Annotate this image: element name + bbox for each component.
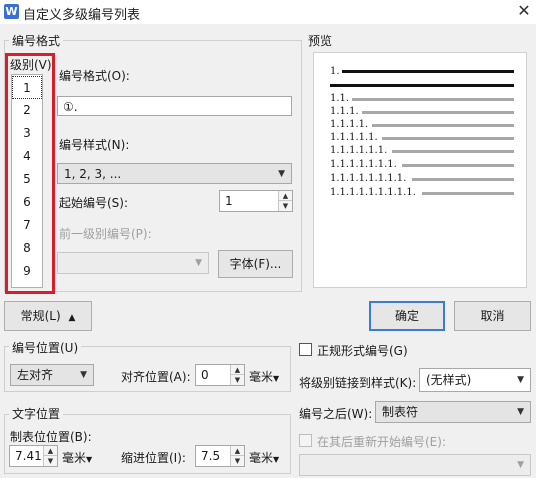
- legal-style-checkbox[interactable]: [299, 343, 312, 356]
- spin-up-icon[interactable]: ▲: [231, 446, 244, 456]
- preview-row: 1.1.1.1.1.1.1.1.1.: [330, 187, 416, 198]
- alignment-select[interactable]: 左对齐 ▼: [10, 364, 94, 386]
- align-position-input[interactable]: 0 ▲ ▼: [195, 364, 245, 386]
- unit-dropdown-icon: ▼: [273, 455, 280, 464]
- tab-position-unit[interactable]: 毫米▼: [62, 449, 92, 466]
- format-input[interactable]: ①.: [57, 96, 292, 116]
- text-position-label: 文字位置: [9, 405, 64, 422]
- spin-down-icon[interactable]: ▼: [231, 375, 244, 385]
- preview-row: 1.1.1.: [330, 106, 359, 117]
- cancel-button[interactable]: 取消: [454, 301, 531, 331]
- format-label: 编号格式(O):: [59, 69, 130, 83]
- link-style-value: (无样式): [426, 373, 472, 387]
- close-icon[interactable]: ✕: [513, 0, 535, 22]
- chevron-down-icon: ▼: [517, 460, 524, 470]
- preview-row: 1.1.1.1.: [330, 119, 369, 130]
- spin-down-icon[interactable]: ▼: [44, 456, 57, 466]
- general-button-label: 常规(L): [20, 309, 61, 323]
- indent-position-spinner[interactable]: ▲ ▼: [230, 446, 244, 466]
- prev-level-label: 前一级别编号(P):: [59, 227, 152, 241]
- preview-row: 1.1.1.1.1.1.: [330, 145, 388, 156]
- preview-row: 1.: [330, 66, 340, 77]
- preview-pane: 1. 1.1. 1.1.1. 1.1.1.1. 1.1.1.1.1. 1.1.1…: [313, 52, 527, 288]
- align-position-spinner[interactable]: ▲ ▼: [230, 365, 244, 385]
- align-position-label: 对齐位置(A):: [121, 370, 191, 384]
- start-number-spinner[interactable]: ▲ ▼: [278, 191, 292, 211]
- restart-label: 在其后重新开始编号(E):: [317, 435, 446, 449]
- indent-position-unit[interactable]: 毫米▼: [249, 449, 279, 466]
- general-toggle-button[interactable]: 常规(L) ▲: [4, 301, 92, 331]
- unit-label: 毫米: [62, 451, 87, 465]
- link-style-label: 将级别链接到样式(K):: [299, 376, 417, 390]
- preview-line: [422, 192, 514, 195]
- window-title: 自定义多级编号列表: [23, 8, 141, 23]
- level-highlight-box: [5, 53, 55, 294]
- tab-position-value: 7.41: [15, 449, 42, 463]
- preview-row: 1.1.1.1.1.1.1.: [330, 159, 397, 170]
- chevron-up-icon: ▲: [68, 313, 76, 323]
- ok-button[interactable]: 确定: [369, 301, 445, 331]
- preview-line: [372, 124, 514, 127]
- font-button[interactable]: 字体(F)...: [218, 250, 293, 278]
- preview-line: [402, 164, 514, 167]
- indent-position-label: 缩进位置(I):: [121, 451, 186, 465]
- preview-line: [330, 84, 514, 87]
- spin-up-icon[interactable]: ▲: [231, 365, 244, 375]
- spin-up-icon[interactable]: ▲: [279, 191, 292, 201]
- preview-line: [362, 111, 514, 114]
- chevron-down-icon: ▼: [517, 407, 524, 417]
- indent-position-input[interactable]: 7.5 ▲ ▼: [195, 445, 245, 467]
- align-position-value: 0: [201, 368, 209, 382]
- preview-line: [392, 150, 514, 153]
- alignment-select-value: 左对齐: [17, 368, 54, 382]
- restart-checkbox: [299, 434, 312, 447]
- tab-position-input[interactable]: 7.41 ▲ ▼: [9, 445, 58, 467]
- spin-down-icon[interactable]: ▼: [279, 201, 292, 211]
- number-format-group-label: 编号格式: [9, 32, 64, 49]
- start-number-value: 1: [225, 194, 233, 208]
- spin-down-icon[interactable]: ▼: [231, 456, 244, 466]
- preview-line: [342, 70, 514, 73]
- align-position-unit[interactable]: 毫米▼: [249, 368, 279, 385]
- follow-number-label: 编号之后(W):: [299, 407, 373, 421]
- chevron-down-icon: ▼: [80, 370, 87, 380]
- indent-position-value: 7.5: [201, 449, 221, 463]
- tab-position-spinner[interactable]: ▲ ▼: [43, 446, 57, 466]
- preview-row: 1.1.: [330, 93, 350, 104]
- spin-up-icon[interactable]: ▲: [44, 446, 57, 456]
- preview-line: [412, 178, 514, 181]
- preview-row: 1.1.1.1.1.: [330, 132, 378, 143]
- start-label: 起始编号(S):: [59, 196, 129, 210]
- preview-row: 1.1.1.1.1.1.1.1.: [330, 173, 407, 184]
- number-position-label: 编号位置(U): [9, 339, 82, 356]
- unit-dropdown-icon: ▼: [273, 374, 280, 383]
- unit-dropdown-icon: ▼: [86, 455, 93, 464]
- link-style-select[interactable]: (无样式) ▼: [419, 368, 531, 392]
- style-select[interactable]: 1, 2, 3, ... ▼: [57, 163, 292, 184]
- style-select-value: 1, 2, 3, ...: [64, 167, 122, 181]
- legal-style-label: 正规形式编号(G): [317, 344, 408, 358]
- prev-level-select: ▼: [57, 252, 209, 274]
- follow-number-select[interactable]: 制表符 ▼: [375, 401, 531, 423]
- preview-line: [382, 137, 514, 140]
- start-number-input[interactable]: 1 ▲ ▼: [219, 190, 293, 212]
- restart-select: ▼: [299, 454, 531, 476]
- unit-label: 毫米: [249, 451, 274, 465]
- style-label: 编号样式(N):: [59, 138, 130, 152]
- chevron-down-icon: ▼: [517, 375, 524, 385]
- preview-line: [352, 98, 514, 101]
- follow-number-value: 制表符: [382, 405, 419, 419]
- tab-position-label: 制表位位置(B):: [10, 430, 92, 444]
- chevron-down-icon: ▼: [195, 258, 202, 268]
- preview-label: 预览: [308, 34, 333, 48]
- wps-writer-icon: W: [4, 4, 19, 19]
- chevron-down-icon: ▼: [278, 169, 285, 179]
- unit-label: 毫米: [249, 370, 274, 384]
